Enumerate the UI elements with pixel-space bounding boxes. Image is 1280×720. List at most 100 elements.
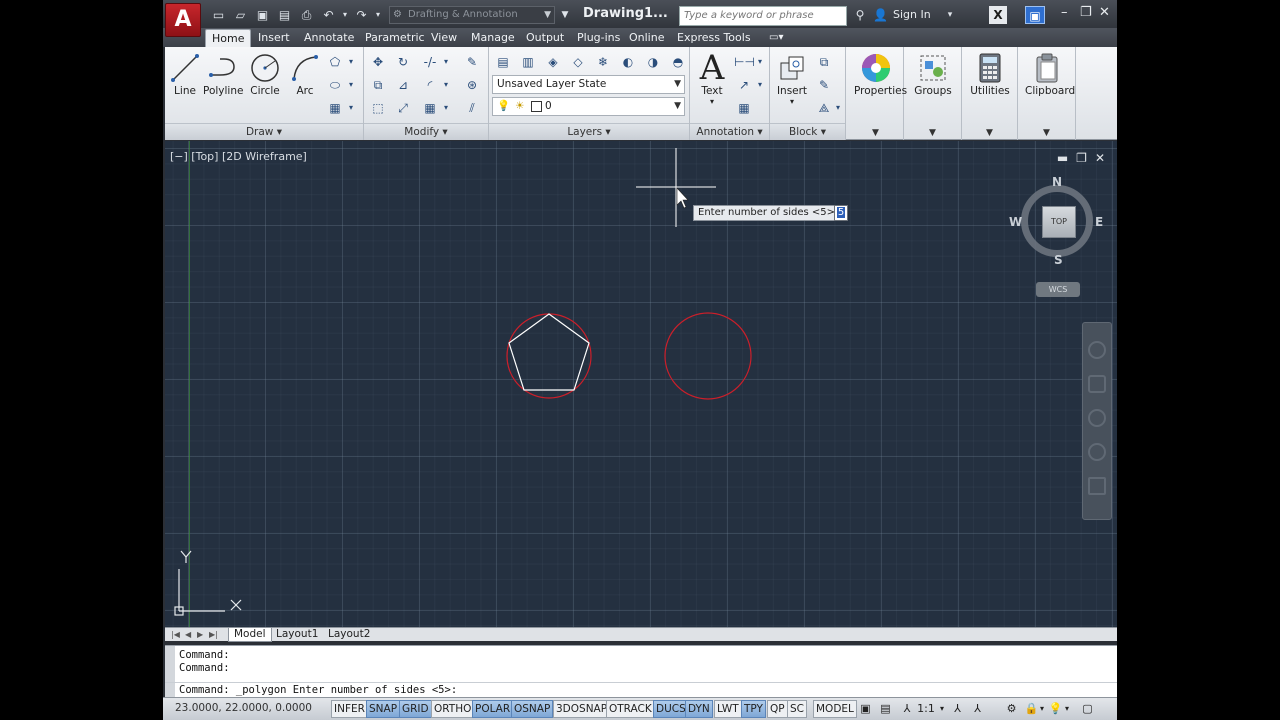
tab-annotate[interactable]: Annotate: [298, 29, 360, 47]
toggle-sc[interactable]: SC: [787, 700, 807, 718]
undo-icon[interactable]: ↶: [319, 6, 338, 24]
open-icon[interactable]: ▱: [231, 6, 250, 24]
leader-icon[interactable]: ↗: [734, 75, 754, 95]
lock-dropdown-icon[interactable]: ▾: [1037, 701, 1047, 717]
utilities-button[interactable]: Utilities: [968, 51, 1012, 97]
showmotion-icon[interactable]: [1088, 477, 1106, 495]
text-button[interactable]: A Text ▾: [692, 48, 732, 106]
attribute-icon[interactable]: ⟁: [814, 98, 834, 118]
erase-icon[interactable]: ✎: [462, 52, 482, 72]
wcs-menu[interactable]: WCS: [1036, 282, 1080, 297]
properties-button[interactable]: Properties: [854, 51, 907, 97]
quick-view-layouts-icon[interactable]: ▣: [857, 701, 874, 717]
groups-expand-icon[interactable]: ▼: [904, 128, 961, 138]
modify-panel-label[interactable]: Modify ▾: [364, 123, 488, 140]
dynamic-input-field[interactable]: 5: [834, 205, 848, 221]
circle-right[interactable]: [664, 312, 752, 400]
move-icon[interactable]: ✥: [368, 52, 388, 72]
layer-previous-icon[interactable]: ◈: [543, 52, 563, 72]
compass-east[interactable]: E: [1095, 215, 1103, 229]
panel-utilities[interactable]: Utilities ▼: [962, 47, 1018, 140]
block-panel-label[interactable]: Block ▾: [770, 123, 845, 140]
annotation-visibility-icon[interactable]: ⅄: [949, 701, 966, 717]
compass-north[interactable]: N: [1052, 175, 1062, 189]
viewcube[interactable]: N S E W TOP: [1009, 175, 1103, 267]
hatch-tool-icon[interactable]: ▦: [325, 98, 345, 118]
layer-state-dropdown[interactable]: Unsaved Layer State ▼: [492, 75, 685, 94]
pan-icon[interactable]: [1088, 375, 1106, 393]
save-as-icon[interactable]: ▤: [275, 6, 294, 24]
offset-icon[interactable]: ⫽: [462, 98, 482, 118]
scale-icon[interactable]: ⤢: [393, 98, 413, 118]
array-dropdown-icon[interactable]: ▾: [440, 98, 452, 118]
application-menu-button[interactable]: A: [165, 3, 201, 37]
coordinates-readout[interactable]: 23.0000, 22.0000, 0.0000: [175, 702, 312, 714]
trim-icon[interactable]: -/-: [420, 52, 440, 72]
explode-icon[interactable]: ⊛: [462, 75, 482, 95]
tab-home[interactable]: Home: [205, 29, 252, 47]
binoculars-icon[interactable]: ⚲: [851, 6, 869, 24]
command-line-input[interactable]: Command: _polygon Enter number of sides …: [179, 684, 457, 696]
redo-icon[interactable]: ↷: [352, 6, 371, 24]
fillet-dropdown-icon[interactable]: ▾: [440, 75, 452, 95]
restore-icon[interactable]: ❐: [1080, 5, 1092, 20]
next-layout-icon[interactable]: ▶: [197, 628, 203, 641]
compass-south[interactable]: S: [1054, 253, 1063, 267]
circle-left[interactable]: [506, 313, 592, 399]
groups-button[interactable]: Groups: [911, 51, 955, 97]
draw-panel-label[interactable]: Draw ▾: [165, 123, 363, 140]
toggle-dyn[interactable]: DYN: [685, 700, 713, 718]
leader-dropdown-icon[interactable]: ▾: [754, 75, 766, 95]
auto-scale-icon[interactable]: ⅄: [969, 701, 986, 717]
properties-expand-icon[interactable]: ▼: [848, 128, 903, 138]
layout-tab-model[interactable]: Model: [228, 628, 272, 642]
circle-button[interactable]: Circle: [245, 51, 285, 97]
toggle-snap[interactable]: SNAP: [366, 700, 401, 718]
first-layout-icon[interactable]: |◀: [171, 628, 180, 641]
zoom-icon[interactable]: [1088, 409, 1106, 427]
copy-icon[interactable]: ⧉: [368, 75, 388, 95]
sign-in-link[interactable]: Sign In: [893, 8, 931, 21]
utilities-expand-icon[interactable]: ▼: [962, 128, 1017, 138]
undo-dropdown-icon[interactable]: ▾: [341, 6, 349, 24]
toggle-tpy[interactable]: TPY: [741, 700, 766, 718]
dimension-dropdown-icon[interactable]: ▾: [754, 52, 766, 72]
rotate-icon[interactable]: ↻: [393, 52, 413, 72]
status-menu-icon[interactable]: ▾: [1062, 701, 1072, 717]
tab-plug-ins[interactable]: Plug-ins: [571, 29, 626, 47]
workspace-switching-icon[interactable]: ⚙: [1003, 701, 1020, 717]
orbit-icon[interactable]: [1088, 443, 1106, 461]
polyline-button[interactable]: Polyline: [203, 51, 243, 97]
save-icon[interactable]: ▣: [253, 6, 272, 24]
text-dropdown-icon[interactable]: ▾: [692, 97, 732, 106]
new-icon[interactable]: ▭: [209, 6, 228, 24]
redo-dropdown-icon[interactable]: ▾: [374, 6, 382, 24]
toggle-lwt[interactable]: LWT: [714, 700, 742, 718]
tab-output[interactable]: Output: [520, 29, 570, 47]
table-icon[interactable]: ▦: [734, 98, 754, 118]
toggle-otrack[interactable]: OTRACK: [606, 700, 655, 718]
layer-properties-icon[interactable]: ▤: [493, 52, 513, 72]
help-icon[interactable]: ▣: [1025, 6, 1045, 24]
panel-groups[interactable]: Groups ▼: [904, 47, 962, 140]
tab-view[interactable]: View: [425, 29, 463, 47]
plot-icon[interactable]: ⎙: [297, 6, 316, 24]
compass-west[interactable]: W: [1009, 215, 1022, 229]
viewcube-top-face[interactable]: TOP: [1042, 206, 1076, 238]
close-icon[interactable]: ✕: [1099, 5, 1110, 20]
line-button[interactable]: Line: [165, 51, 205, 97]
steering-wheel-icon[interactable]: [1088, 341, 1106, 359]
layout-tab-layout1[interactable]: Layout1: [271, 628, 323, 642]
annotation-scale-value[interactable]: 1:1: [915, 701, 937, 717]
mirror-icon[interactable]: ⊿: [393, 75, 413, 95]
annotation-panel-label[interactable]: Annotation ▾: [690, 123, 769, 140]
create-block-icon[interactable]: ⧉: [814, 52, 834, 72]
panel-clipboard[interactable]: Clipboard ▼: [1018, 47, 1076, 140]
current-layer-dropdown[interactable]: 💡 ☀ 0 ▼: [492, 97, 685, 116]
array-icon[interactable]: ▦: [420, 98, 440, 118]
toggle-qp[interactable]: QP: [767, 700, 788, 718]
last-layout-icon[interactable]: ▶|: [209, 628, 218, 641]
toggle-infer[interactable]: INFER: [331, 700, 368, 718]
attribute-dropdown-icon[interactable]: ▾: [832, 98, 844, 118]
trim-dropdown-icon[interactable]: ▾: [440, 52, 452, 72]
